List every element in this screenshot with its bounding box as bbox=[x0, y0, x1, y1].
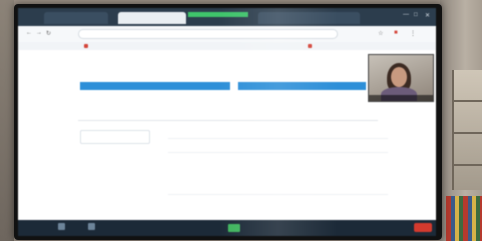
reload-icon[interactable]: ↻ bbox=[46, 30, 51, 37]
forward-icon[interactable]: → bbox=[36, 30, 42, 36]
bookmark-icon bbox=[84, 44, 88, 48]
extension-icon[interactable]: ■ bbox=[394, 30, 398, 36]
browser-tab[interactable] bbox=[44, 12, 78, 24]
participant-face bbox=[391, 67, 407, 87]
wall-left bbox=[0, 0, 14, 241]
screen-glare bbox=[218, 8, 338, 236]
mute-icon[interactable] bbox=[58, 223, 65, 230]
minimize-icon[interactable]: — bbox=[403, 12, 409, 18]
close-icon[interactable]: ✕ bbox=[425, 12, 430, 19]
menu-icon[interactable]: ⋮ bbox=[410, 30, 416, 37]
end-meeting-button[interactable] bbox=[414, 223, 432, 232]
participant-name bbox=[369, 95, 433, 101]
browser-tab[interactable] bbox=[74, 12, 108, 24]
maximize-icon[interactable]: □ bbox=[414, 12, 418, 18]
progress-bar-segment bbox=[80, 82, 230, 90]
video-participant-tile[interactable] bbox=[368, 54, 434, 102]
browser-tab-active[interactable] bbox=[118, 12, 186, 24]
sidebar-selected bbox=[80, 130, 150, 144]
star-icon[interactable]: ☆ bbox=[378, 30, 383, 37]
monitor-screen: — □ ✕ ← → ↻ ☆ ■ ⋮ bbox=[18, 8, 436, 236]
books bbox=[446, 196, 482, 241]
bookshelf bbox=[452, 70, 482, 190]
video-icon[interactable] bbox=[88, 223, 95, 230]
back-icon[interactable]: ← bbox=[26, 30, 32, 36]
